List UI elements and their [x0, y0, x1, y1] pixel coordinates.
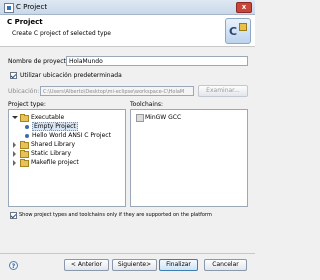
- project-template-icon: [25, 134, 29, 138]
- toolchains-list[interactable]: MinGW GCC: [130, 109, 248, 207]
- expand-arrow-icon[interactable]: [13, 151, 16, 157]
- folder-icon: [20, 114, 29, 122]
- back-button[interactable]: < Anterior: [64, 259, 109, 271]
- folder-icon: [20, 159, 29, 167]
- toolchain-icon: [136, 114, 144, 122]
- show-supported-label: Show project types and toolchains only i…: [19, 212, 212, 218]
- location-label: Ubicación:: [8, 88, 40, 95]
- tree-item-executable[interactable]: Executable: [9, 113, 125, 122]
- expand-arrow-icon[interactable]: [13, 160, 16, 166]
- folder-icon: [20, 150, 29, 158]
- browse-button[interactable]: Examinar...: [198, 85, 248, 97]
- window-title: C Project: [16, 3, 48, 11]
- tree-item-label: Makefile project: [31, 159, 79, 166]
- cancel-button[interactable]: Cancelar: [204, 259, 247, 271]
- tree-item-label: Executable: [31, 114, 65, 121]
- tree-item-static-library[interactable]: Static Library: [9, 149, 125, 158]
- banner-heading: C Project: [7, 18, 43, 26]
- wizard-banner: C Project Create C project of selected t…: [0, 15, 255, 47]
- c-project-icon-letter: C: [229, 25, 238, 38]
- tree-item-label: Hello World ANSI C Project: [32, 132, 111, 139]
- default-location-checkbox[interactable]: [10, 72, 17, 79]
- tree-item-label: Empty Project: [32, 122, 78, 131]
- expand-arrow-icon[interactable]: [12, 116, 18, 119]
- project-type-label: Project type:: [8, 101, 46, 108]
- project-name-field[interactable]: HolaMundo: [66, 56, 248, 66]
- app-icon: [4, 3, 14, 13]
- project-template-icon: [25, 125, 29, 129]
- project-type-tree[interactable]: Executable Empty Project Hello World ANS…: [8, 109, 126, 207]
- button-bar-divider: [0, 253, 255, 254]
- close-button[interactable]: x: [236, 2, 252, 13]
- toolchain-item[interactable]: MinGW GCC: [131, 113, 247, 122]
- banner-description: Create C project of selected type: [12, 30, 111, 37]
- tree-item-empty-project[interactable]: Empty Project: [9, 122, 125, 131]
- next-button[interactable]: Siguiente>: [112, 259, 157, 271]
- finish-button[interactable]: Finalizar: [159, 259, 198, 271]
- title-bar: C Project x: [0, 0, 255, 15]
- tree-item-hello-world[interactable]: Hello World ANSI C Project: [9, 131, 125, 140]
- tree-item-shared-library[interactable]: Shared Library: [9, 140, 125, 149]
- tree-item-label: Static Library: [31, 150, 72, 157]
- toolchains-label: Toolchains:: [130, 101, 164, 108]
- tree-item-label: Shared Library: [31, 141, 76, 148]
- expand-arrow-icon[interactable]: [13, 142, 16, 148]
- project-name-label: Nombre de proyecto:: [8, 58, 72, 65]
- location-field[interactable]: C:\Users\Alberto\Desktop\mi-eclipse\work…: [40, 86, 194, 96]
- help-icon[interactable]: ?: [9, 261, 18, 270]
- toolchain-label: MinGW GCC: [145, 114, 182, 121]
- default-location-label: Utilizar ubicación predeterminada: [20, 72, 122, 79]
- show-supported-checkbox[interactable]: [10, 212, 17, 219]
- folder-icon: [20, 141, 29, 149]
- tree-item-makefile-project[interactable]: Makefile project: [9, 158, 125, 167]
- c-project-icon: C: [225, 18, 251, 44]
